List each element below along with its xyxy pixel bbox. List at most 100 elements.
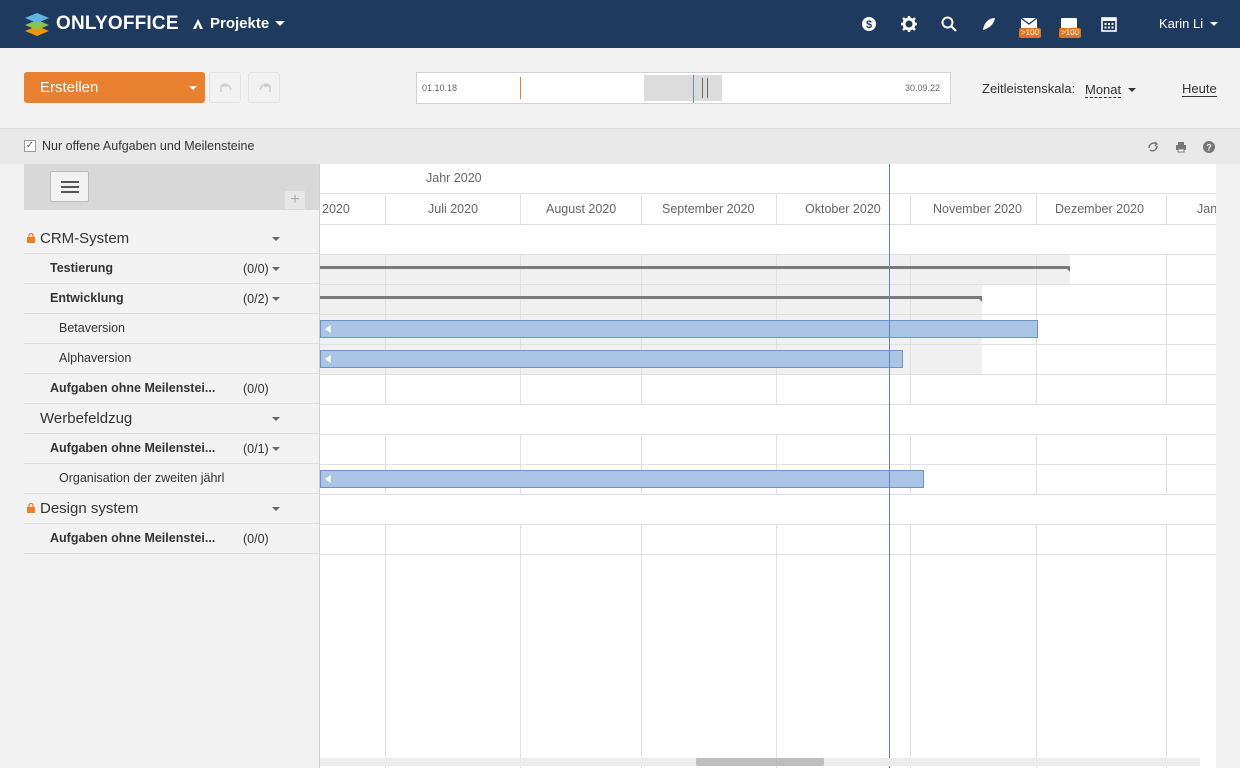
svg-text:?: ? [1206,143,1212,153]
scale-select[interactable]: Monat [1085,82,1122,98]
project-tree: + CRM-System Testierung (0/0) Entwicklun… [24,164,320,768]
row-divider [320,374,1216,375]
milestone-name: Aufgaben ohne Meilenstei... [50,531,216,545]
row-divider [320,524,1216,525]
row-divider [320,464,1216,465]
task-name: Organisation der zweiten jährl [59,471,225,485]
project-name: Werbefeldzug [40,410,133,427]
milestone-bar-entwicklung[interactable] [320,296,982,299]
chevron-down-icon[interactable] [272,297,280,301]
milestone-name: Aufgaben ohne Meilenstei... [50,441,216,455]
left-arrow-icon [325,325,331,333]
svg-text:$: $ [866,19,872,31]
project-row-band [320,405,1216,434]
print-icon[interactable] [1174,140,1188,154]
timeline-today-marker [693,75,694,103]
task-name: Alphaversion [59,351,132,365]
milestone-name: Aufgaben ohne Meilenstei... [50,381,216,395]
timeline-overview[interactable]: 01.10.18 30.09.22 [416,72,951,104]
month-label: Oktober 2020 [805,202,881,216]
module-switcher[interactable]: Projekte [192,15,286,32]
top-navigation-bar: ONLYOFFICE Projekte $ >100 >100 Karin Li [0,0,1240,48]
month-label: Jan [1197,202,1216,216]
milestone-name: Testierung [50,261,113,275]
search-icon[interactable] [939,14,959,34]
chevron-down-icon[interactable] [1128,88,1136,92]
payments-icon[interactable]: $ [859,14,879,34]
task-name: Betaversion [59,321,126,335]
chevron-down-icon[interactable] [272,237,280,241]
milestone-row[interactable]: Aufgaben ohne Meilenstei... (0/0) [24,524,320,554]
today-button[interactable]: Heute [1182,81,1217,97]
open-only-label[interactable]: Nur offene Aufgaben und Meilensteine [42,139,254,153]
lock-icon [27,233,35,243]
onlyoffice-logo[interactable]: ONLYOFFICE [24,12,179,36]
task-row[interactable]: Betaversion [24,314,320,344]
refresh-icon[interactable] [1146,140,1160,154]
year-label: Jahr 2020 [426,171,482,185]
module-label: Projekte [210,15,270,32]
undo-button[interactable] [209,72,241,103]
milestone-span [320,255,1070,284]
row-divider [320,344,1216,345]
projects-icon [193,18,203,29]
project-row-band [320,495,1216,524]
logo-layers-icon [25,13,49,36]
tree-menu-button[interactable] [50,171,89,202]
task-bar-betaversion[interactable] [320,320,1038,338]
chevron-down-icon[interactable] [189,86,197,90]
horizontal-scrollbar[interactable] [320,758,1200,766]
undo-icon [220,83,232,92]
scrollbar-thumb[interactable] [696,758,824,766]
range-handle-left[interactable] [702,78,703,98]
chevron-down-icon[interactable] [272,447,280,451]
milestone-row[interactable]: Testierung (0/0) [24,254,320,284]
chevron-down-icon[interactable] [272,507,280,511]
redo-icon [259,83,271,92]
today-line [889,164,890,768]
month-label: November 2020 [933,202,1022,216]
project-row[interactable]: Design system [24,494,320,524]
milestone-end-marker [1064,266,1070,272]
add-item-button[interactable]: + [285,191,305,209]
timeline-end-date: 30.09.22 [904,83,940,93]
row-divider [320,434,1216,435]
grid-line [1036,194,1037,768]
create-label: Erstellen [40,79,99,96]
project-row[interactable]: Werbefeldzug [24,404,320,434]
task-row[interactable]: Organisation der zweiten jährl [24,464,320,494]
task-bar-alphaversion[interactable] [320,350,903,368]
project-name: CRM-System [40,230,130,247]
chat-count-badge: >100 [1059,28,1082,38]
gear-icon[interactable] [899,14,919,34]
timeline-start-date: 01.10.18 [422,83,458,93]
range-handle-right[interactable] [707,78,708,98]
project-row[interactable]: CRM-System [24,224,320,254]
task-bar-organisation[interactable] [320,470,924,488]
gantt-toolbar: Erstellen 01.10.18 30.09.22 Zeitleistens… [0,48,1240,128]
help-icon[interactable]: ? [1202,140,1216,154]
chevron-down-icon[interactable] [272,417,280,421]
open-only-checkbox[interactable]: ✓ [24,140,36,152]
month-label: Juli 2020 [428,202,479,216]
user-menu[interactable]: Karin Li [1159,16,1219,31]
timeline-range-slider[interactable] [644,75,722,101]
task-row[interactable]: Alphaversion [24,344,320,374]
row-divider [320,554,1216,555]
milestone-name: Entwicklung [50,291,124,305]
milestone-row[interactable]: Aufgaben ohne Meilenstei... (0/0) [24,374,320,404]
chevron-down-icon[interactable] [272,267,280,271]
milestone-count: (0/0) [243,532,269,546]
milestone-bar-testierung[interactable] [320,266,1070,269]
calendar-icon[interactable] [1099,14,1119,34]
chevron-down-icon [1210,21,1219,26]
left-arrow-icon [325,355,331,363]
row-divider [320,284,1216,285]
redo-button[interactable] [248,72,280,103]
create-button[interactable]: Erstellen [24,72,205,103]
milestone-row[interactable]: Entwicklung (0/2) [24,284,320,314]
feed-icon[interactable] [979,14,999,34]
milestone-row[interactable]: Aufgaben ohne Meilenstei... (0/1) [24,434,320,464]
gantt-chart[interactable]: Jahr 2020 2020 Juli 2020 August 2020 Sep… [319,164,1216,768]
chevron-down-icon [275,21,286,26]
